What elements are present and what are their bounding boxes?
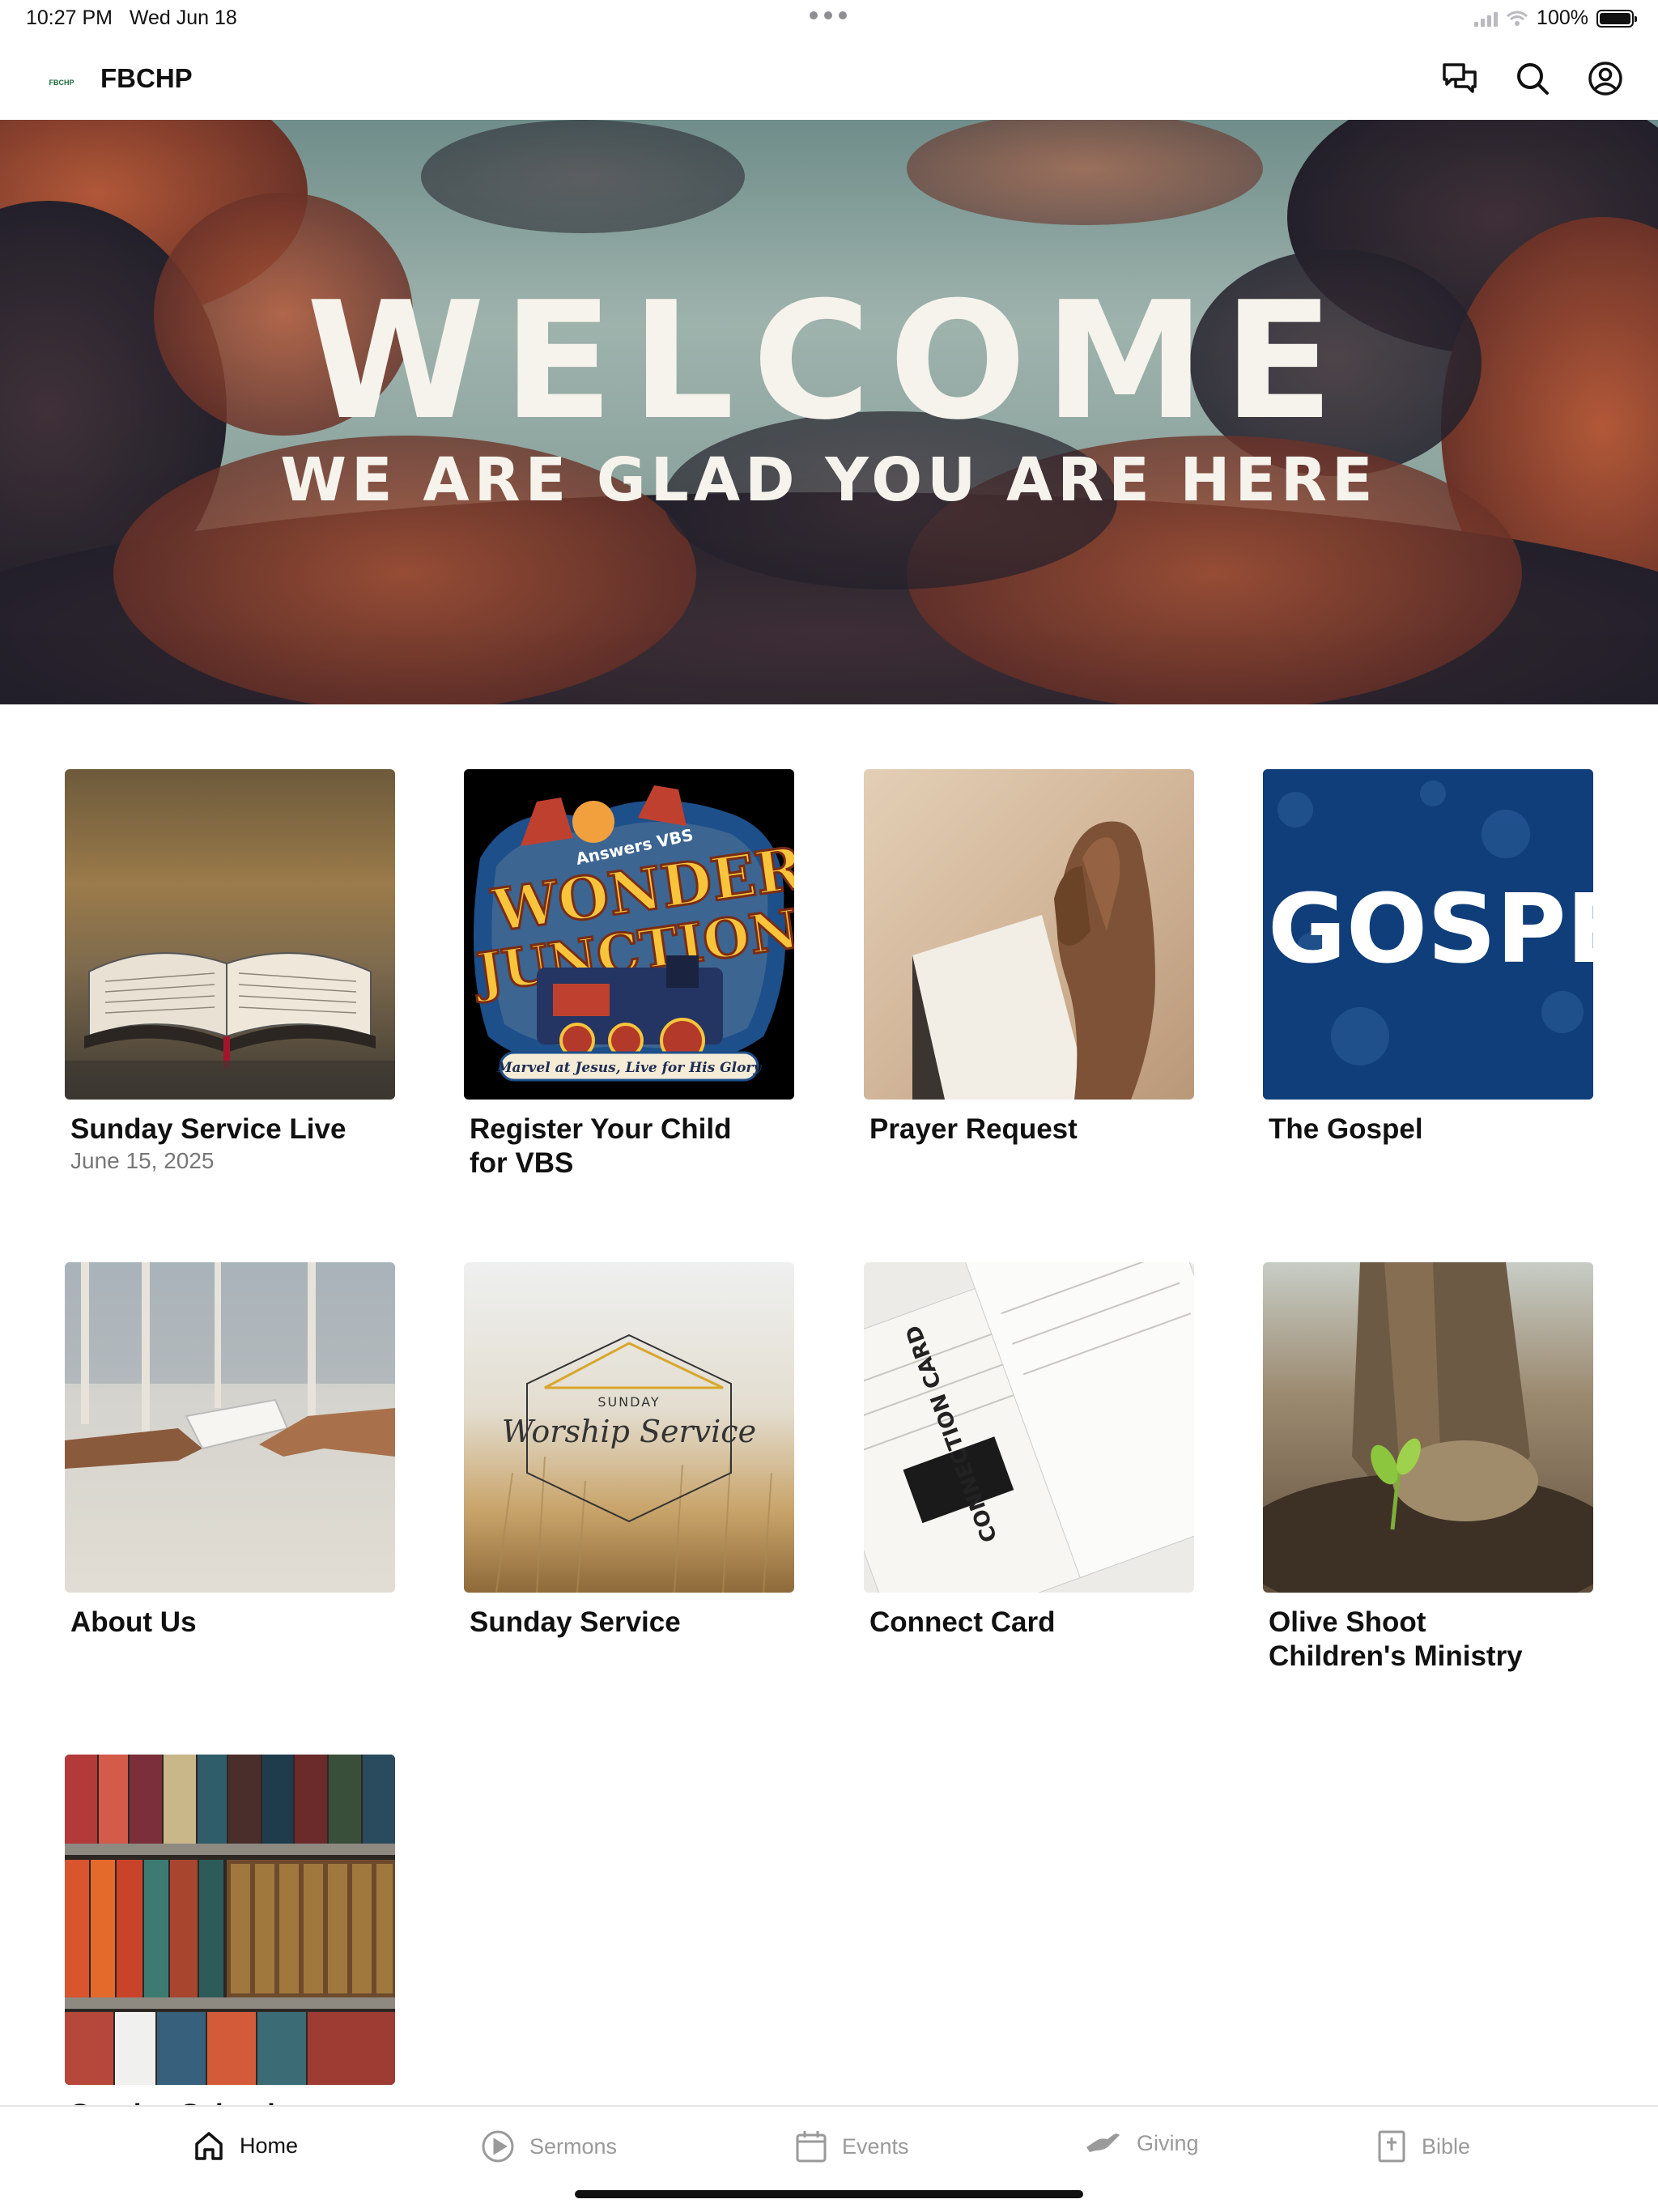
worship-service-graphic: SUNDAY Worship Service: [464, 1262, 794, 1593]
tab-home[interactable]: Home: [193, 2129, 298, 2162]
bookshelf-photo: [65, 1755, 395, 2085]
wifi-icon: [1507, 11, 1528, 26]
app-title: FBCHP: [100, 63, 193, 93]
tile-title: Olive Shoot Children's Ministry: [1269, 1606, 1523, 1672]
tile-connect-card[interactable]: CONNECTION CARD Connect Card: [864, 1262, 1194, 1640]
open-bible-photo: [65, 769, 395, 1100]
gospel-graphic: GOSPEL: [1263, 769, 1593, 1100]
tile-register-vbs[interactable]: Answers VBS WONDER JUNCTION Marvel at Je…: [464, 769, 794, 1180]
tile-title: Sunday Service: [470, 1606, 681, 1638]
battery-icon: [1596, 9, 1637, 28]
battery-percent: 100%: [1537, 6, 1588, 29]
church-logo: FBCHP: [49, 79, 74, 87]
welcome-banner[interactable]: WELCOME WE ARE GLAD YOU ARE HERE: [0, 120, 1658, 704]
tile-date: June 15, 2025: [70, 1148, 215, 1173]
tab-events[interactable]: Events: [795, 2129, 909, 2163]
chat-icon[interactable]: [1439, 58, 1480, 99]
tile-title: Connect Card: [869, 1606, 1056, 1638]
vbs-tagline: Marvel at Jesus, Live for His Glory: [496, 1060, 763, 1076]
bible-icon: [1378, 2130, 1405, 2163]
tile-about-us[interactable]: About Us: [65, 1262, 395, 1640]
status-time: 10:27 PM Wed Jun 18: [26, 6, 237, 29]
tile-title: Sunday Service Live: [70, 1113, 346, 1145]
giving-hand-icon: [1086, 2133, 1120, 2152]
multitasking-dots-icon[interactable]: [810, 11, 847, 19]
tile-title: About Us: [70, 1606, 197, 1638]
tab-giving[interactable]: Giving: [1085, 2129, 1199, 2157]
sprout-photo: [1263, 1262, 1593, 1593]
wonder-junction-vbs-logo: Answers VBS WONDER JUNCTION Marvel at Je…: [464, 769, 794, 1100]
gospel-word: GOSPEL: [1268, 873, 1593, 985]
tab-label: Giving: [1137, 2130, 1199, 2155]
status-bar: 10:27 PM Wed Jun 18 100%: [0, 0, 1658, 39]
tile-olive-shoot[interactable]: Olive Shoot Children's Ministry: [1263, 1262, 1593, 1674]
calendar-icon: [796, 2131, 827, 2163]
home-icon: [195, 2132, 223, 2160]
tab-label: Home: [240, 2133, 299, 2158]
tile-sunday-service[interactable]: SUNDAY Worship Service Sunday Service: [464, 1262, 794, 1640]
tab-sermons[interactable]: Sermons: [481, 2129, 617, 2163]
praying-hands-photo: [864, 769, 1194, 1100]
app-bar: FBCHP FBCHP: [0, 39, 1658, 120]
tile-sunday-service-live[interactable]: Sunday Service Live June 15, 2025: [65, 769, 395, 1174]
search-icon[interactable]: [1512, 58, 1553, 99]
hero-title: WELCOME: [306, 267, 1352, 456]
tab-label: Bible: [1422, 2133, 1471, 2159]
worship-script-text: Worship Service: [502, 1414, 756, 1449]
tile-prayer-request[interactable]: Prayer Request: [864, 769, 1194, 1146]
cellular-signal-icon: [1474, 11, 1499, 27]
tab-bible[interactable]: Bible: [1376, 2129, 1470, 2163]
connection-cards-photo: CONNECTION CARD: [864, 1262, 1194, 1593]
tile-title: Prayer Request: [869, 1113, 1078, 1145]
tab-label: Events: [842, 2133, 909, 2159]
worship-small-text: SUNDAY: [597, 1394, 660, 1410]
tile-the-gospel[interactable]: GOSPEL The Gospel: [1263, 769, 1593, 1146]
home-indicator[interactable]: [575, 2190, 1083, 2198]
tile-title: Register Your Child for VBS: [470, 1113, 732, 1179]
tab-label: Sermons: [529, 2133, 618, 2159]
account-icon[interactable]: [1585, 58, 1626, 99]
tile-sunday-school[interactable]: Sunday School: [65, 1755, 395, 2132]
status-indicators: 100%: [1474, 6, 1637, 30]
hero-subtitle: WE ARE GLAD YOU ARE HERE: [280, 445, 1378, 515]
tile-title: The Gospel: [1269, 1113, 1423, 1145]
play-circle-icon: [482, 2130, 514, 2163]
handing-card-photo: [65, 1262, 395, 1593]
